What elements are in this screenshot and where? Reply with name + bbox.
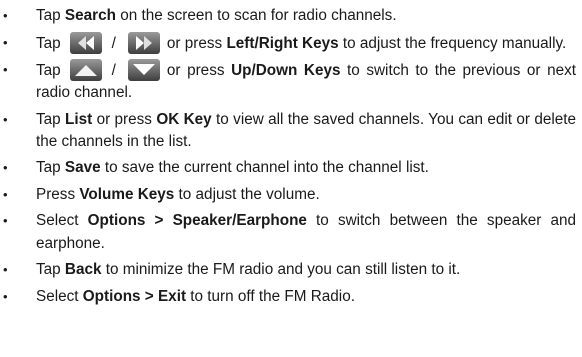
item-text: Tap <box>36 62 61 79</box>
list-label: List <box>65 110 93 128</box>
search-label: Search <box>64 7 116 24</box>
up-arrow-icon <box>69 59 102 81</box>
item-text: Tap <box>36 7 65 24</box>
item-text: to turn off the FM Radio. <box>186 287 355 305</box>
list-item-list: • Tap List or press OK Key to view all t… <box>0 109 576 153</box>
item-text: to minimize the FM radio and you can sti… <box>101 261 461 279</box>
bullet: • <box>3 111 8 127</box>
bullet: • <box>3 213 8 229</box>
separator: / <box>111 62 116 79</box>
separator: / <box>111 34 116 52</box>
item-text: Press <box>36 185 80 203</box>
item-text: to adjust the frequency manually. <box>338 34 567 52</box>
speaker-earphone-label: Options > Speaker/Earphone <box>87 212 307 230</box>
manual-page: • Tap Search on the screen to scan for r… <box>0 0 582 357</box>
list-item-exit: • Select Options > Exit to turn off the … <box>0 286 576 308</box>
up-down-keys-label: Up/Down Keys <box>231 62 341 79</box>
bullet: • <box>3 8 8 23</box>
item-text: Select <box>36 212 88 230</box>
save-label: Save <box>64 159 101 177</box>
instruction-list: • Tap Search on the screen to scan for r… <box>0 5 576 308</box>
item-text: on the screen to scan for radio channels… <box>115 7 397 24</box>
list-item-frequency: • Tap / or press Left/Right Keys to adjust… <box>0 31 576 55</box>
bullet: • <box>3 62 8 77</box>
rewind-icon <box>69 31 102 54</box>
list-item-volume: • Press Volume Keys to adjust the volume… <box>0 184 576 206</box>
fast-forward-icon <box>127 31 160 54</box>
list-item-back: • Tap Back to minimize the FM radio and … <box>0 259 576 281</box>
down-arrow-icon <box>127 59 160 81</box>
bullet: • <box>3 288 8 304</box>
left-right-keys-label: Left/Right Keys <box>226 34 339 52</box>
item-text: or press <box>92 110 157 128</box>
list-item-channel-switch: • Tap / or press Up/Down Keys to switch to… <box>0 59 576 104</box>
item-text: Tap <box>36 261 65 279</box>
back-label: Back <box>64 261 102 279</box>
list-item-save: • Tap Save to save the current channel i… <box>0 157 576 179</box>
item-text: Tap <box>36 159 65 177</box>
list-item-speaker: • Select Options > Speaker/Earphone to s… <box>0 210 576 254</box>
item-text: to adjust the volume. <box>174 185 320 203</box>
bullet: • <box>3 186 8 202</box>
bullet: • <box>3 262 8 278</box>
item-text: Tap <box>36 34 61 52</box>
bullet: • <box>3 34 8 50</box>
volume-keys-label: Volume Keys <box>79 185 175 203</box>
item-text: to save the current channel into the cha… <box>100 159 429 177</box>
item-text: Select <box>36 287 83 305</box>
ok-key-label: OK Key <box>156 110 212 128</box>
list-item-search: • Tap Search on the screen to scan for r… <box>0 5 576 27</box>
item-text: or press <box>166 62 232 79</box>
item-text: Tap <box>36 110 66 128</box>
item-text: or press <box>166 34 227 52</box>
options-exit-label: Options > Exit <box>82 287 187 305</box>
bullet: • <box>3 160 8 176</box>
